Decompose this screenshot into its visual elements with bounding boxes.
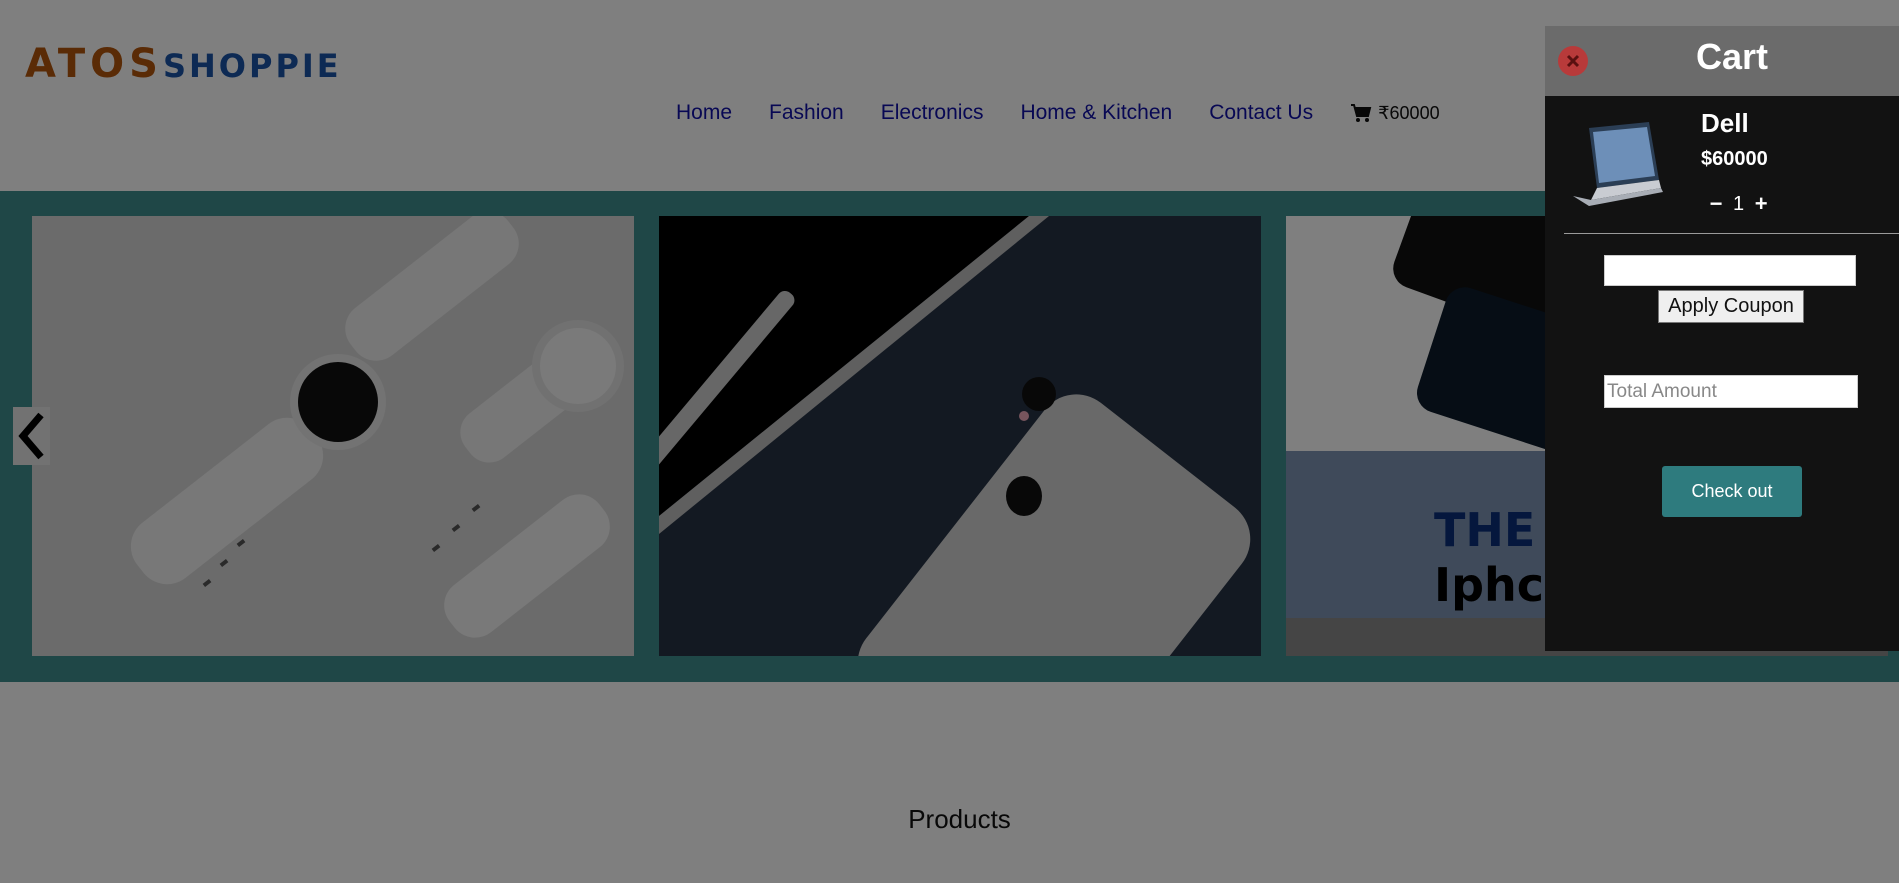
cart-divider xyxy=(1564,233,1899,234)
cart-header: Cart xyxy=(1545,26,1899,96)
quantity-value: 1 xyxy=(1733,192,1745,215)
cart-panel: Cart Dell $60000 − 1 + Apply Coupon Chec… xyxy=(1545,26,1899,651)
increase-quantity-button[interactable]: + xyxy=(1750,191,1772,216)
cart-title: Cart xyxy=(1695,36,1769,77)
cart-item-price: $60000 xyxy=(1701,148,1768,170)
total-amount-field[interactable] xyxy=(1604,375,1858,408)
quantity-stepper: − 1 + xyxy=(1705,191,1772,216)
laptop-image xyxy=(1573,122,1663,206)
checkout-button[interactable]: Check out xyxy=(1662,466,1802,517)
decrease-quantity-button[interactable]: − xyxy=(1705,191,1727,216)
coupon-input[interactable] xyxy=(1604,255,1856,286)
apply-coupon-button[interactable]: Apply Coupon xyxy=(1658,290,1804,323)
cart-item-name: Dell xyxy=(1701,108,1749,138)
